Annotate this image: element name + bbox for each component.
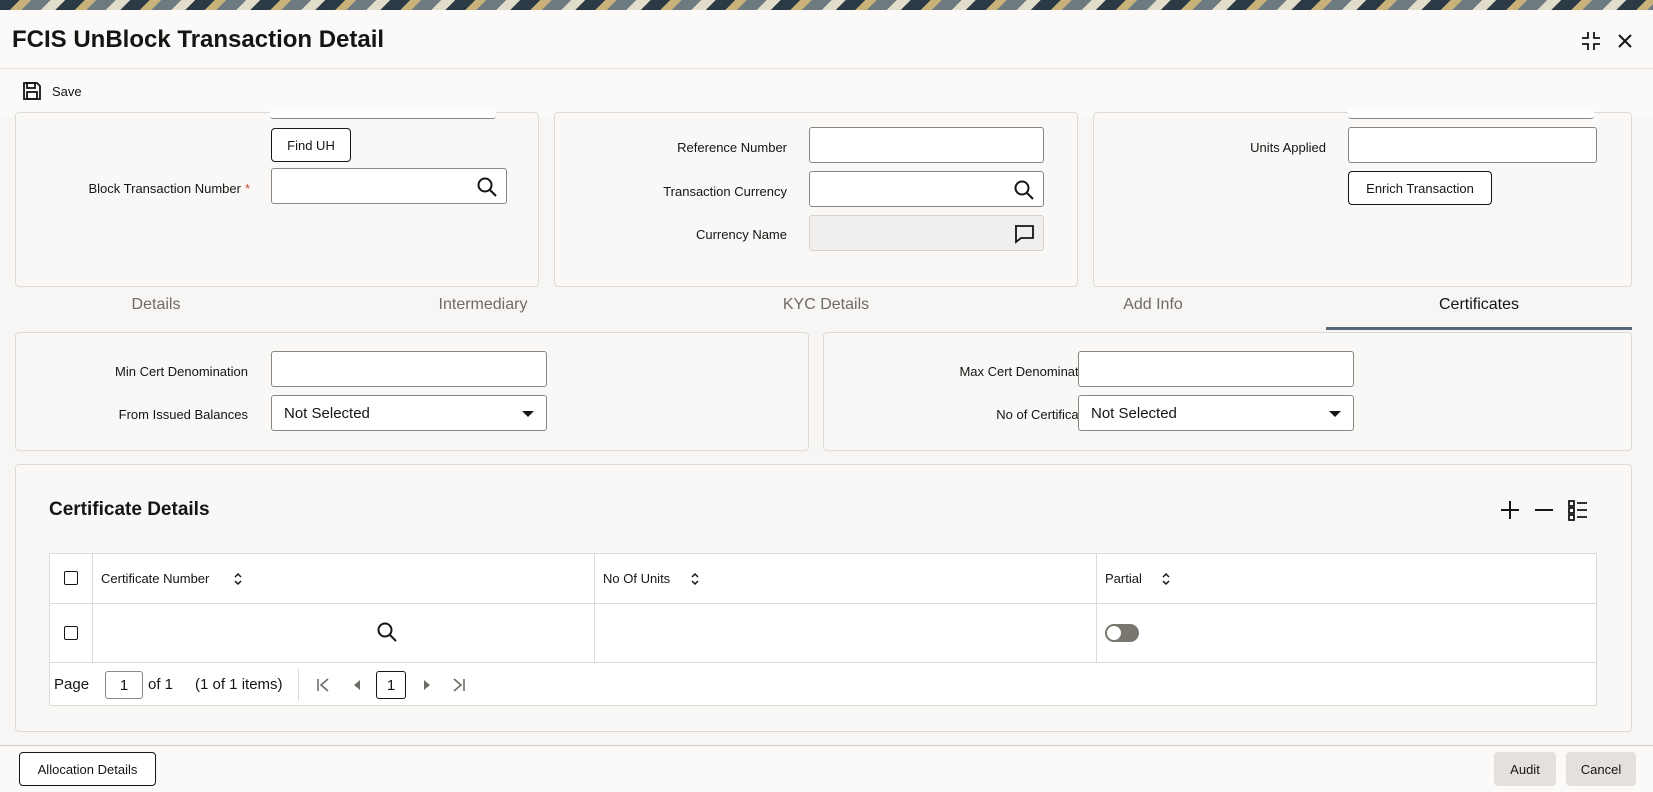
from-issued-balances-label: From Issued Balances: [118, 407, 248, 422]
audit-button[interactable]: Audit: [1494, 752, 1556, 786]
header-panel-middle: Reference Number Transaction Currency Cu…: [554, 112, 1078, 287]
header-panel-left: Find UH Block Transaction Number *: [15, 109, 539, 287]
column-header-certificate-number[interactable]: Certificate Number: [93, 554, 595, 604]
header-banner: [0, 0, 1653, 10]
chevron-down-icon: [522, 411, 534, 417]
block-transaction-number-label: Block Transaction Number *: [56, 181, 250, 196]
select-all-cell: [50, 554, 93, 604]
title-bar: FCIS UnBlock Transaction Detail: [0, 10, 1653, 69]
page-input-value: 1: [119, 676, 129, 694]
page-of-label: of 1: [148, 676, 174, 693]
reference-number-label: Reference Number: [677, 140, 787, 155]
first-page-icon[interactable]: [316, 678, 330, 692]
chevron-down-icon: [1329, 411, 1341, 417]
search-icon[interactable]: [476, 176, 498, 198]
column-header-text: No Of Units: [603, 571, 671, 586]
currency-name-input: [809, 215, 1044, 251]
no-of-certificates-value: Not Selected: [1091, 405, 1177, 422]
certificate-number-cell[interactable]: [93, 604, 595, 662]
search-icon[interactable]: [376, 621, 398, 643]
column-header-partial[interactable]: Partial: [1097, 554, 1596, 604]
max-cert-denomination-input[interactable]: [1078, 351, 1354, 387]
comment-icon[interactable]: [1013, 223, 1035, 245]
save-icon: [23, 82, 41, 100]
reference-number-input[interactable]: [809, 127, 1044, 163]
currency-name-label: Currency Name: [695, 227, 787, 242]
find-uh-button[interactable]: Find UH: [271, 128, 351, 162]
add-row-icon[interactable]: [1499, 499, 1521, 521]
certificate-details-grid: Certificate Number No Of Units Partial P…: [49, 553, 1597, 706]
cancel-button[interactable]: Cancel: [1566, 752, 1636, 786]
block-transaction-number-text: Block Transaction Number: [88, 181, 241, 196]
pager-divider: [298, 669, 299, 701]
tab-certificates[interactable]: Certificates: [1409, 296, 1549, 314]
required-mark: *: [244, 181, 250, 196]
minimize-icon[interactable]: [1578, 28, 1604, 54]
delete-row-icon[interactable]: [1533, 499, 1555, 521]
no-of-certificates-select[interactable]: Not Selected: [1078, 395, 1354, 431]
transaction-currency-label: Transaction Currency: [663, 184, 787, 199]
current-page-number: 1: [386, 676, 396, 694]
tab-intermediary[interactable]: Intermediary: [413, 296, 553, 314]
tab-add-info[interactable]: Add Info: [1083, 296, 1223, 314]
select-all-checkbox[interactable]: [64, 571, 78, 585]
tab-kyc-details[interactable]: KYC Details: [756, 296, 896, 314]
row-checkbox[interactable]: [64, 626, 78, 640]
row-select-cell: [50, 604, 93, 662]
search-icon[interactable]: [1013, 179, 1035, 201]
partial-cell: [1097, 604, 1596, 662]
from-issued-balances-value: Not Selected: [284, 405, 370, 422]
items-count-label: (1 of 1 items): [195, 676, 283, 693]
page-title: FCIS UnBlock Transaction Detail: [12, 26, 385, 53]
single-record-view-icon[interactable]: [1567, 499, 1589, 521]
save-label: Save: [52, 83, 82, 99]
cert-form-left: Min Cert Denomination From Issued Balanc…: [15, 332, 809, 451]
scrolled-field-edge: [270, 109, 496, 119]
header-panel-right: Units Applied Enrich Transaction: [1093, 109, 1632, 287]
block-transaction-number-input[interactable]: [271, 168, 507, 204]
column-header-no-of-units[interactable]: No Of Units: [595, 554, 1097, 604]
enrich-transaction-button[interactable]: Enrich Transaction: [1348, 171, 1492, 205]
sort-icon[interactable]: [233, 572, 243, 586]
tab-details[interactable]: Details: [86, 296, 226, 314]
page-input[interactable]: 1: [105, 671, 143, 699]
active-tab-indicator: [1326, 327, 1632, 330]
max-cert-denomination-label: Max Cert Denomination: [959, 364, 1096, 379]
scrolled-field-edge: [1348, 109, 1594, 119]
no-of-certificates-label: No of Certificates: [996, 407, 1096, 422]
min-cert-denomination-input[interactable]: [271, 351, 547, 387]
previous-page-icon[interactable]: [352, 679, 362, 691]
pagination-bar: Page 1 of 1 (1 of 1 items) 1: [50, 662, 1596, 707]
units-applied-input[interactable]: [1348, 127, 1597, 163]
cert-form-right: Max Cert Denomination No of Certificates…: [823, 332, 1632, 451]
close-icon[interactable]: [1612, 28, 1638, 54]
footer-bar: Allocation Details Audit Cancel: [0, 745, 1653, 792]
no-of-units-cell[interactable]: [595, 604, 1097, 662]
column-header-text: Partial: [1105, 571, 1142, 586]
partial-toggle[interactable]: [1105, 624, 1139, 642]
certificate-details-title: Certificate Details: [49, 499, 210, 520]
from-issued-balances-select[interactable]: Not Selected: [271, 395, 547, 431]
next-page-icon[interactable]: [422, 679, 432, 691]
page-label: Page: [54, 676, 90, 693]
sort-icon[interactable]: [690, 572, 700, 586]
current-page-button[interactable]: 1: [376, 671, 406, 699]
last-page-icon[interactable]: [452, 678, 466, 692]
min-cert-denomination-label: Min Cert Denomination: [115, 364, 248, 379]
column-header-text: Certificate Number: [101, 571, 210, 586]
sort-icon[interactable]: [1161, 572, 1171, 586]
allocation-details-button[interactable]: Allocation Details: [19, 752, 156, 786]
units-applied-label: Units Applied: [1250, 140, 1326, 155]
transaction-currency-input[interactable]: [809, 171, 1044, 207]
save-button[interactable]: Save: [22, 81, 82, 101]
